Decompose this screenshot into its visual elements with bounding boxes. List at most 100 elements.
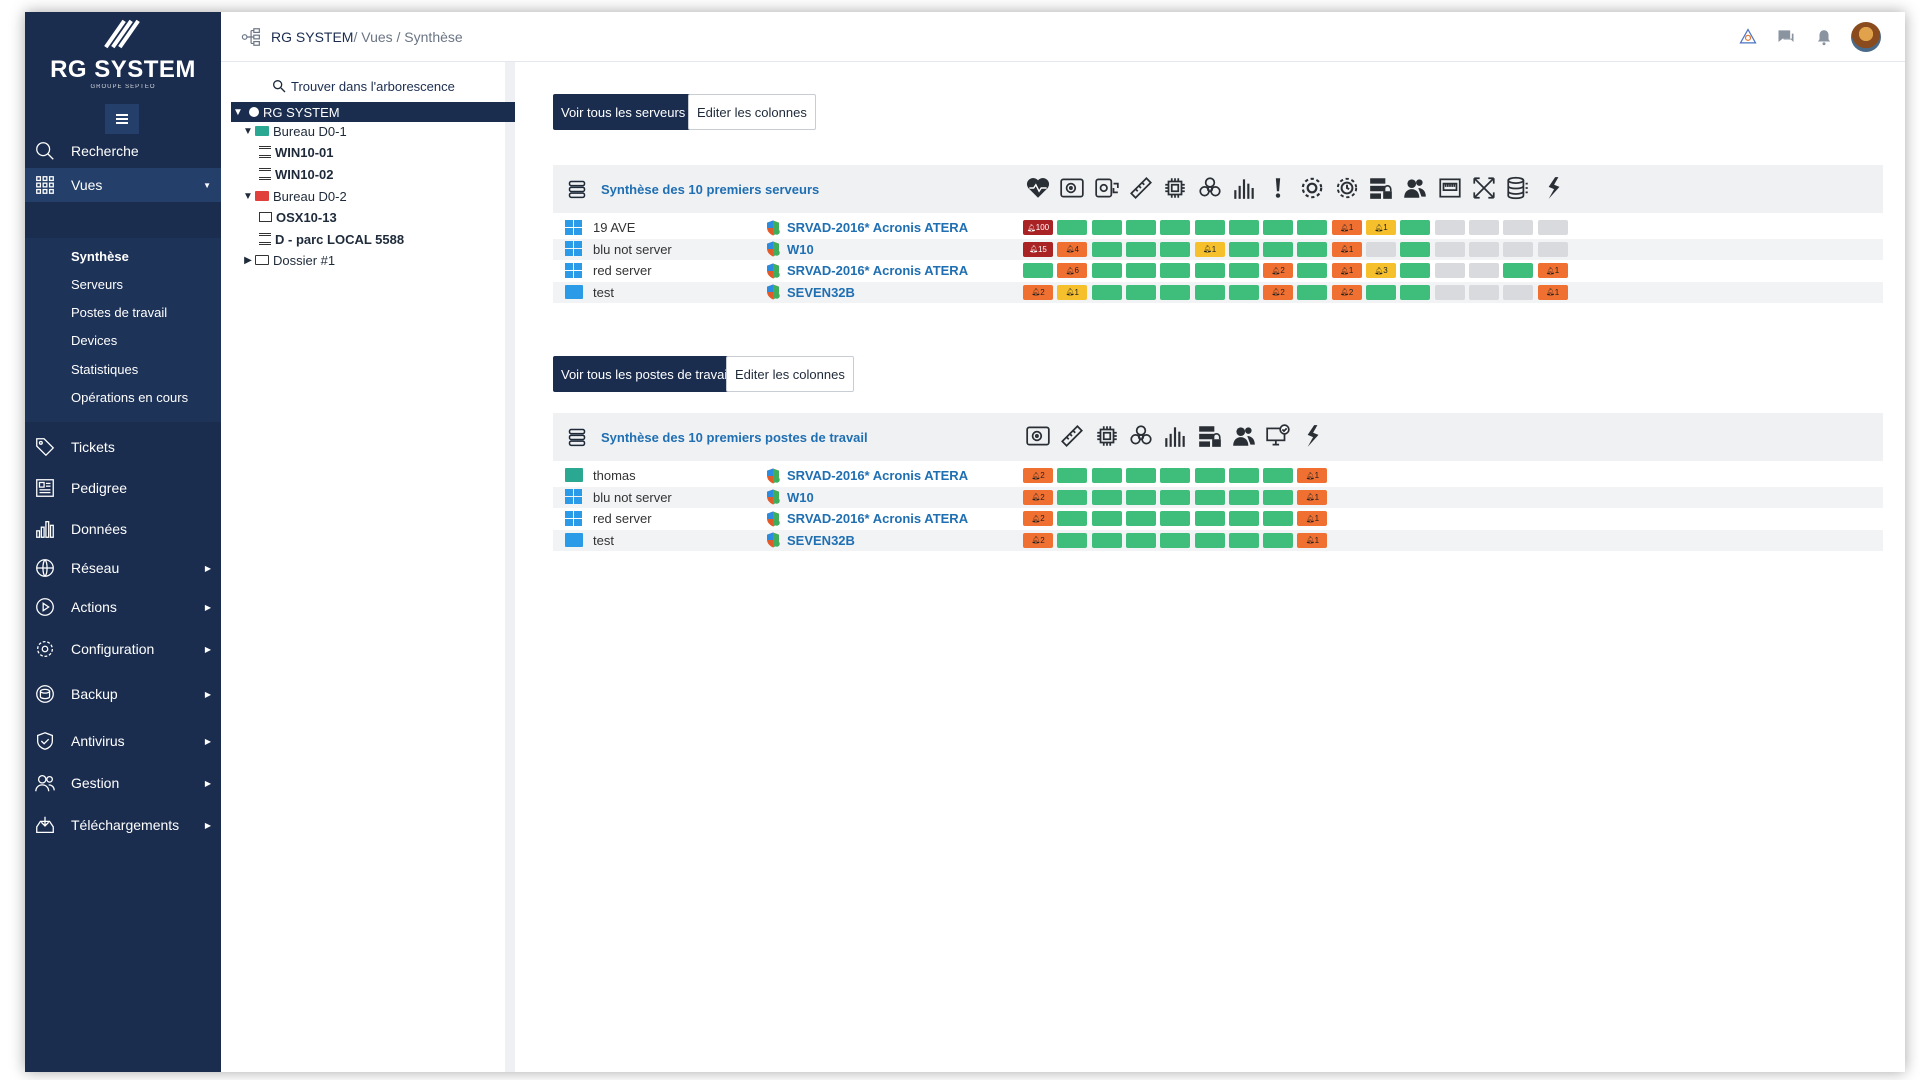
machine-link[interactable]: SEVEN32B <box>787 533 855 548</box>
device-name[interactable]: blu not server <box>593 490 672 505</box>
device-name[interactable]: 19 AVE <box>593 220 635 235</box>
status-cell[interactable] <box>1194 489 1225 505</box>
status-cell[interactable] <box>1537 220 1568 235</box>
table-row[interactable]: 19 AVE SRVAD-2016* Acronis ATERA 🔔︎ 100 🔔︎ 1 🔔… <box>553 217 1883 238</box>
chevron-down-icon[interactable]: ▼ <box>231 107 245 118</box>
status-cell[interactable] <box>1297 284 1328 300</box>
table-row[interactable]: test SEVEN32B 🔔︎ 2 🔔︎ 1 <box>553 529 1883 551</box>
status-cell[interactable]: 🔔︎ 2 <box>1023 532 1053 548</box>
device-name[interactable]: thomas <box>593 468 636 483</box>
status-cell[interactable] <box>1125 532 1156 548</box>
status-cell[interactable] <box>1297 263 1328 278</box>
status-cell[interactable] <box>1366 284 1396 300</box>
status-cell[interactable] <box>1160 241 1191 257</box>
subnav-operations[interactable]: Opérations en cours <box>71 390 188 405</box>
table-row[interactable]: blu not server W10 🔔︎ 2 🔔︎ 1 <box>553 486 1883 508</box>
heartbeat-icon[interactable] <box>1023 173 1053 203</box>
status-cell[interactable] <box>1091 532 1122 548</box>
status-cell[interactable] <box>1434 284 1465 300</box>
table-row[interactable]: thomas SRVAD-2016* Acronis ATERA 🔔︎ 2 🔔︎ 1 <box>553 465 1883 486</box>
machine-link[interactable]: SRVAD-2016* Acronis ATERA <box>787 468 968 483</box>
servers-panel-title[interactable]: Synthèse des 10 premiers serveurs <box>601 182 819 197</box>
status-cell[interactable] <box>1228 241 1259 257</box>
chevron-down-icon[interactable]: ▼ <box>241 126 255 137</box>
status-cell[interactable] <box>1160 284 1191 300</box>
status-cell[interactable] <box>1503 241 1534 257</box>
status-cell[interactable] <box>1125 241 1156 257</box>
status-cell[interactable] <box>1297 220 1328 235</box>
status-cell[interactable] <box>1091 220 1122 235</box>
clock-gear-icon[interactable] <box>1332 173 1362 203</box>
subnav-postes[interactable]: Postes de travail <box>71 305 167 320</box>
status-cell[interactable]: 🔔︎ 2 <box>1023 468 1053 483</box>
status-cell[interactable] <box>1091 511 1122 526</box>
status-cell[interactable]: 🔔︎ 1 <box>1331 263 1362 278</box>
device-name[interactable]: red server <box>593 511 652 526</box>
plug-icon[interactable] <box>1538 173 1568 203</box>
sidebar-item-antivirus[interactable]: Antivirus ▶ <box>25 724 221 758</box>
status-cell[interactable]: 🔔︎ 1 <box>1537 284 1568 300</box>
server-lock-icon[interactable] <box>1195 421 1225 451</box>
status-cell[interactable] <box>1194 532 1225 548</box>
status-cell[interactable]: 🔔︎ 2 <box>1023 489 1053 505</box>
status-cell[interactable] <box>1434 241 1465 257</box>
status-cell[interactable] <box>1228 220 1259 235</box>
bars-icon[interactable] <box>1229 173 1259 203</box>
status-cell[interactable] <box>1468 220 1499 235</box>
breadcrumb-root[interactable]: RG SYSTEM <box>271 29 353 45</box>
sidebar-item-tickets[interactable]: Tickets <box>25 430 221 464</box>
subnav-statistiques[interactable]: Statistiques <box>71 362 138 377</box>
sidebar-item-gestion[interactable]: Gestion ▶ <box>25 766 221 800</box>
network-card-icon[interactable] <box>1435 173 1465 203</box>
status-cell[interactable] <box>1125 220 1156 235</box>
machine-link[interactable]: SRVAD-2016* Acronis ATERA <box>787 511 968 526</box>
status-cell[interactable] <box>1194 263 1225 278</box>
status-cell[interactable] <box>1434 220 1465 235</box>
crossed-arrows-icon[interactable] <box>1469 173 1499 203</box>
status-cell[interactable] <box>1468 241 1499 257</box>
status-cell[interactable]: 🔔︎ 2 <box>1263 284 1294 300</box>
status-cell[interactable] <box>1160 489 1191 505</box>
status-cell[interactable] <box>1503 284 1534 300</box>
cpu-icon[interactable] <box>1160 173 1190 203</box>
status-cell[interactable] <box>1160 511 1191 526</box>
gear-icon[interactable] <box>1297 173 1327 203</box>
sidebar-item-configuration[interactable]: Configuration ▶ <box>25 632 221 666</box>
status-cell[interactable] <box>1228 263 1259 278</box>
status-cell[interactable] <box>1263 241 1294 257</box>
status-cell[interactable] <box>1468 284 1499 300</box>
status-cell[interactable] <box>1125 489 1156 505</box>
status-cell[interactable] <box>1091 468 1122 483</box>
status-cell[interactable] <box>1297 241 1328 257</box>
chevron-right-icon[interactable]: ▶ <box>241 255 255 266</box>
status-cell[interactable] <box>1091 241 1122 257</box>
status-cell[interactable] <box>1503 220 1534 235</box>
sidebar-item-backup[interactable]: Backup ▶ <box>25 677 221 711</box>
subnav-synthese[interactable]: Synthèse <box>71 249 129 264</box>
tree-node-bureau-d0-2[interactable]: ▼ Bureau D0-2 <box>241 186 347 206</box>
status-cell[interactable] <box>1125 468 1156 483</box>
workstations-panel-title[interactable]: Synthèse des 10 premiers postes de trava… <box>601 430 868 445</box>
machine-link[interactable]: SRVAD-2016* Acronis ATERA <box>787 220 968 235</box>
status-cell[interactable] <box>1091 263 1122 278</box>
machine-link[interactable]: W10 <box>787 490 814 505</box>
database-icon[interactable] <box>1503 173 1533 203</box>
status-cell[interactable]: 🔔︎ 1 <box>1297 468 1328 483</box>
status-cell[interactable] <box>1160 220 1191 235</box>
status-cell[interactable] <box>1400 284 1431 300</box>
table-row[interactable]: red server SRVAD-2016* Acronis ATERA 🔔︎ 6 🔔︎… <box>553 260 1883 281</box>
tree-node-win10-01[interactable]: WIN10-01 <box>259 142 334 162</box>
status-cell[interactable]: 🔔︎ 6 <box>1057 263 1088 278</box>
device-name[interactable]: test <box>593 285 614 300</box>
status-cell[interactable]: 🔔︎ 1 <box>1331 220 1362 235</box>
status-cell[interactable] <box>1194 511 1225 526</box>
ruler-icon[interactable] <box>1126 173 1156 203</box>
edit-server-columns-button[interactable]: Editer les colonnes <box>688 94 816 130</box>
status-cell[interactable] <box>1263 489 1294 505</box>
status-cell[interactable] <box>1091 284 1122 300</box>
bell-icon[interactable] <box>1813 26 1835 48</box>
disk-sync-icon[interactable] <box>1092 173 1122 203</box>
status-cell[interactable] <box>1125 511 1156 526</box>
status-cell[interactable]: 🔔︎ 4 <box>1057 241 1088 257</box>
monitor-check-icon[interactable] <box>1263 421 1293 451</box>
